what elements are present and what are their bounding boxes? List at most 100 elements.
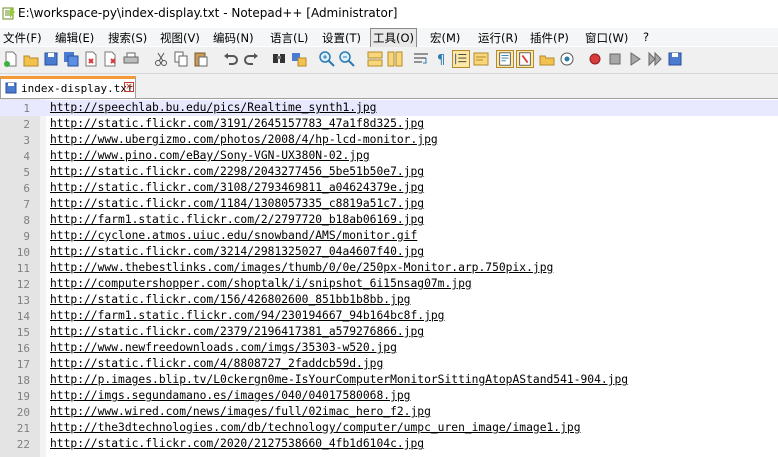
new-file-icon[interactable]: [2, 50, 20, 68]
editor-line[interactable]: 1 http://speechlab.bu.edu/pics/Realtime_s…: [0, 100, 778, 116]
url-text[interactable]: http://www.thebestlinks.com/images/thumb…: [50, 261, 553, 274]
url-text[interactable]: http://static.flickr.com/2298/2043277456…: [50, 165, 424, 178]
url-text[interactable]: http://imgs.segundamano.es/images/040/04…: [50, 389, 410, 402]
menu-tools[interactable]: 工具(O): [370, 28, 418, 48]
line-number: 16: [16, 342, 30, 355]
editor-line[interactable]: 9 http://cyclone.atmos.uiuc.edu/snowband/…: [0, 228, 778, 244]
copy-icon[interactable]: [172, 50, 190, 68]
editor-line[interactable]: 18 http://p.images.blip.tv/L0ckergn0me-Is…: [0, 372, 778, 388]
zoom-in-icon[interactable]: [318, 50, 336, 68]
url-text[interactable]: http://static.flickr.com/2379/2196417381…: [50, 325, 424, 338]
menu-macro[interactable]: 宏(M): [430, 30, 460, 46]
line-number: 17: [16, 358, 30, 371]
editor-line[interactable]: 5 http://static.flickr.com/2298/204327745…: [0, 164, 778, 180]
url-text[interactable]: http://static.flickr.com/3108/2793469811…: [50, 181, 424, 194]
url-text[interactable]: http://www.pino.com/eBay/Sony-VGN-UX380N…: [50, 149, 370, 162]
editor-line[interactable]: 11 http://www.thebestlinks.com/images/thu…: [0, 260, 778, 276]
menu-settings[interactable]: 设置(T): [322, 30, 361, 46]
doc-map-icon[interactable]: [496, 50, 514, 68]
url-text[interactable]: http://static.flickr.com/1184/1308057335…: [50, 197, 424, 210]
editor-line[interactable]: 14 http://farm1.static.flickr.com/94/2301…: [0, 308, 778, 324]
url-text[interactable]: http://www.wired.com/news/images/full/02…: [50, 405, 431, 418]
url-text[interactable]: http://static.flickr.com/156/426802600_8…: [50, 293, 410, 306]
editor-line[interactable]: 3 http://www.ubergizmo.com/photos/2008/4/…: [0, 132, 778, 148]
line-number: 13: [16, 294, 30, 307]
url-text[interactable]: http://computershopper.com/shoptalk/i/sn…: [50, 277, 472, 290]
close-icon[interactable]: [82, 50, 100, 68]
run-macro-multiple-icon[interactable]: [646, 50, 664, 68]
line-number: 12: [16, 278, 30, 291]
word-wrap-icon[interactable]: [412, 50, 430, 68]
menu-plugins[interactable]: 插件(P): [530, 30, 569, 46]
line-number: 14: [16, 310, 30, 323]
editor-line[interactable]: 15 http://static.flickr.com/2379/21964173…: [0, 324, 778, 340]
record-macro-icon[interactable]: [586, 50, 604, 68]
close-all-icon[interactable]: [102, 50, 120, 68]
editor-line[interactable]: 17 http://static.flickr.com/4/8808727_2fa…: [0, 356, 778, 372]
undo-icon[interactable]: [222, 50, 240, 68]
editor-line[interactable]: 19 http://imgs.segundamano.es/images/040/…: [0, 388, 778, 404]
tab-label: index-display.txt: [21, 82, 134, 95]
url-text[interactable]: http://static.flickr.com/3191/2645157783…: [50, 117, 424, 130]
save-all-icon[interactable]: [62, 50, 80, 68]
menu-encoding[interactable]: 编码(N): [213, 30, 254, 46]
monitor-icon[interactable]: [558, 50, 576, 68]
zoom-out-icon[interactable]: [338, 50, 356, 68]
menu-edit[interactable]: 编辑(E): [55, 30, 94, 46]
url-text[interactable]: http://the3dtechnologies.com/db/technolo…: [50, 421, 581, 434]
editor-line[interactable]: 16 http://www.newfreedownloads.com/imgs/3…: [0, 340, 778, 356]
url-text[interactable]: http://speechlab.bu.edu/pics/Realtime_sy…: [50, 101, 376, 114]
menu-window[interactable]: 窗口(W): [585, 30, 628, 46]
save-macro-icon[interactable]: [666, 50, 684, 68]
tab-bar: index-display.txt ×: [0, 74, 778, 99]
replace-icon[interactable]: [290, 50, 308, 68]
url-text[interactable]: http://static.flickr.com/3214/2981325027…: [50, 245, 424, 258]
play-macro-icon[interactable]: [626, 50, 644, 68]
sync-vertical-icon[interactable]: [366, 50, 384, 68]
url-text[interactable]: http://p.images.blip.tv/L0ckergn0me-IsYo…: [50, 373, 628, 386]
function-list-icon[interactable]: [516, 50, 534, 68]
print-icon[interactable]: [122, 50, 140, 68]
menu-help[interactable]: ?: [643, 30, 649, 44]
folder-workspace-icon[interactable]: [538, 50, 556, 68]
menu-file[interactable]: 文件(F): [3, 30, 42, 46]
editor-line[interactable]: 7 http://static.flickr.com/1184/130805733…: [0, 196, 778, 212]
url-text[interactable]: http://www.ubergizmo.com/photos/2008/4/h…: [50, 133, 438, 146]
editor-line[interactable]: 2 http://static.flickr.com/3191/264515778…: [0, 116, 778, 132]
url-text[interactable]: http://farm1.static.flickr.com/94/230194…: [50, 309, 444, 322]
editor-line[interactable]: 22 http://static.flickr.com/2020/21275386…: [0, 436, 778, 452]
menu-view[interactable]: 视图(V): [160, 30, 200, 46]
editor-line[interactable]: 13 http://static.flickr.com/156/426802600…: [0, 292, 778, 308]
url-text[interactable]: http://cyclone.atmos.uiuc.edu/snowband/A…: [50, 229, 417, 242]
editor-line[interactable]: 4 http://www.pino.com/eBay/Sony-VGN-UX380…: [0, 148, 778, 164]
editor-line[interactable]: 20 http://www.wired.com/news/images/full/…: [0, 404, 778, 420]
editor-line[interactable]: 12 http://computershopper.com/shoptalk/i/…: [0, 276, 778, 292]
url-text[interactable]: http://static.flickr.com/4/8808727_2fadd…: [50, 357, 383, 370]
open-file-icon[interactable]: [22, 50, 40, 68]
tab-close-icon[interactable]: ×: [124, 82, 134, 92]
show-all-chars-icon[interactable]: ¶: [432, 50, 450, 68]
tab-index-display[interactable]: index-display.txt ×: [0, 76, 136, 98]
sync-horizontal-icon[interactable]: [386, 50, 404, 68]
url-text[interactable]: http://www.newfreedownloads.com/imgs/353…: [50, 341, 397, 354]
redo-icon[interactable]: [242, 50, 260, 68]
menu-run[interactable]: 运行(R): [478, 30, 518, 46]
editor-line[interactable]: 6 http://static.flickr.com/3108/279346981…: [0, 180, 778, 196]
find-icon[interactable]: [270, 50, 288, 68]
editor[interactable]: 1 http://speechlab.bu.edu/pics/Realtime_s…: [0, 99, 778, 457]
stop-record-icon[interactable]: [606, 50, 624, 68]
menu-search[interactable]: 搜索(S): [108, 30, 147, 46]
editor-line[interactable]: 8 http://farm1.static.flickr.com/2/279772…: [0, 212, 778, 228]
user-lang-icon[interactable]: [472, 50, 490, 68]
editor-line[interactable]: 21 http://the3dtechnologies.com/db/techno…: [0, 420, 778, 436]
paste-icon[interactable]: [192, 50, 210, 68]
line-number: 4: [23, 150, 30, 163]
cut-icon[interactable]: [152, 50, 170, 68]
editor-line[interactable]: 10 http://static.flickr.com/3214/29813250…: [0, 244, 778, 260]
save-icon[interactable]: [42, 50, 60, 68]
url-text[interactable]: http://static.flickr.com/2020/2127538660…: [50, 437, 424, 450]
url-text[interactable]: http://farm1.static.flickr.com/2/2797720…: [50, 213, 424, 226]
menu-language[interactable]: 语言(L): [270, 30, 308, 46]
line-number: 3: [23, 134, 30, 147]
indent-guide-icon[interactable]: [452, 50, 470, 68]
